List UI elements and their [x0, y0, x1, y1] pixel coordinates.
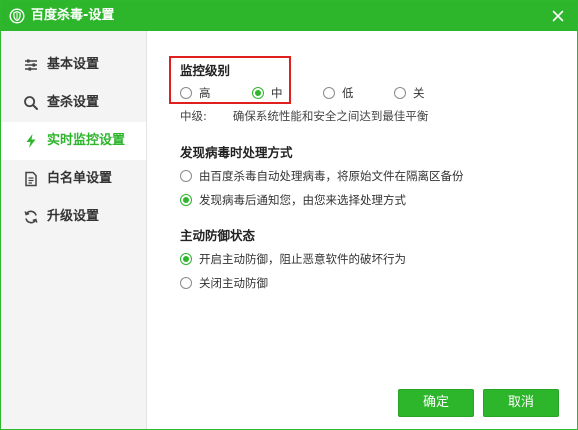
radio-circle [180, 194, 192, 206]
radio-label: 由百度杀毒自动处理病毒，将原始文件在隔离区备份 [199, 169, 464, 183]
radio-circle [180, 170, 192, 182]
sidebar-item-realtime-monitor[interactable]: 实时监控设置 [1, 122, 146, 160]
active-defense-title: 主动防御状态 [180, 228, 256, 243]
ok-button[interactable]: 确定 [398, 389, 474, 417]
radio-circle [180, 87, 192, 99]
radio-circle [180, 253, 192, 265]
refresh-icon [24, 210, 38, 224]
monitor-level-low-radio[interactable]: 低 [323, 85, 368, 101]
sidebar-item-upgrade[interactable]: 升级设置 [1, 198, 146, 236]
sidebar-item-label: 升级设置 [47, 209, 100, 224]
shield-logo-icon [9, 8, 25, 24]
document-icon [25, 171, 37, 187]
search-icon [24, 96, 38, 110]
window-title: 百度杀毒-设置 [31, 8, 115, 23]
enable-defense-radio[interactable]: 开启主动防御，阻止恶意软件的破坏行为 [180, 251, 420, 267]
virus-action-title: 发现病毒时处理方式 [180, 145, 293, 160]
radio-circle [180, 277, 192, 289]
notify-user-radio[interactable]: 发现病毒后通知您，由您来选择处理方式 [180, 192, 420, 208]
radio-circle [394, 87, 406, 99]
disable-defense-radio[interactable]: 关闭主动防御 [180, 275, 290, 291]
radio-label: 关 [413, 86, 425, 100]
monitor-level-description: 中级: 确保系统性能和安全之间达到最佳平衡 [180, 108, 428, 124]
description-text: 确保系统性能和安全之间达到最佳平衡 [232, 109, 429, 123]
sidebar-item-basic[interactable]: 基本设置 [1, 46, 146, 84]
radio-circle [252, 87, 264, 99]
radio-label: 低 [342, 86, 354, 100]
lightning-icon [26, 134, 36, 148]
monitor-level-medium-radio[interactable]: 中 [252, 85, 297, 101]
sidebar-item-whitelist[interactable]: 白名单设置 [1, 160, 146, 198]
monitor-level-high-radio[interactable]: 高 [180, 85, 225, 101]
radio-label: 发现病毒后通知您，由您来选择处理方式 [199, 193, 406, 207]
monitor-level-off-radio[interactable]: 关 [394, 85, 439, 101]
sidebar-item-label: 查杀设置 [47, 95, 100, 110]
cancel-button[interactable]: 取消 [483, 389, 559, 417]
sidebar-item-label: 白名单设置 [47, 171, 113, 186]
radio-label: 高 [199, 86, 211, 100]
radio-label: 中 [271, 86, 283, 100]
radio-label: 开启主动防御，阻止恶意软件的破坏行为 [199, 252, 406, 266]
sidebar-item-label: 实时监控设置 [47, 133, 126, 148]
settings-window: 百度杀毒-设置 基本设置 查杀设置 实时监控设置 白名单设置 升级设置 监控级别… [0, 0, 578, 430]
monitor-level-title: 监控级别 [180, 63, 231, 78]
radio-circle [323, 87, 335, 99]
title-bar: 百度杀毒-设置 [1, 1, 577, 31]
radio-label: 关闭主动防御 [199, 276, 268, 290]
close-icon[interactable] [549, 7, 567, 25]
sidebar-item-scan[interactable]: 查杀设置 [1, 84, 146, 122]
sidebar-item-label: 基本设置 [47, 57, 100, 72]
sidebar: 基本设置 查杀设置 实时监控设置 白名单设置 升级设置 [1, 31, 147, 429]
sliders-icon [25, 59, 37, 71]
description-prefix: 中级: [180, 109, 207, 123]
auto-handle-radio[interactable]: 由百度杀毒自动处理病毒，将原始文件在隔离区备份 [180, 168, 480, 184]
